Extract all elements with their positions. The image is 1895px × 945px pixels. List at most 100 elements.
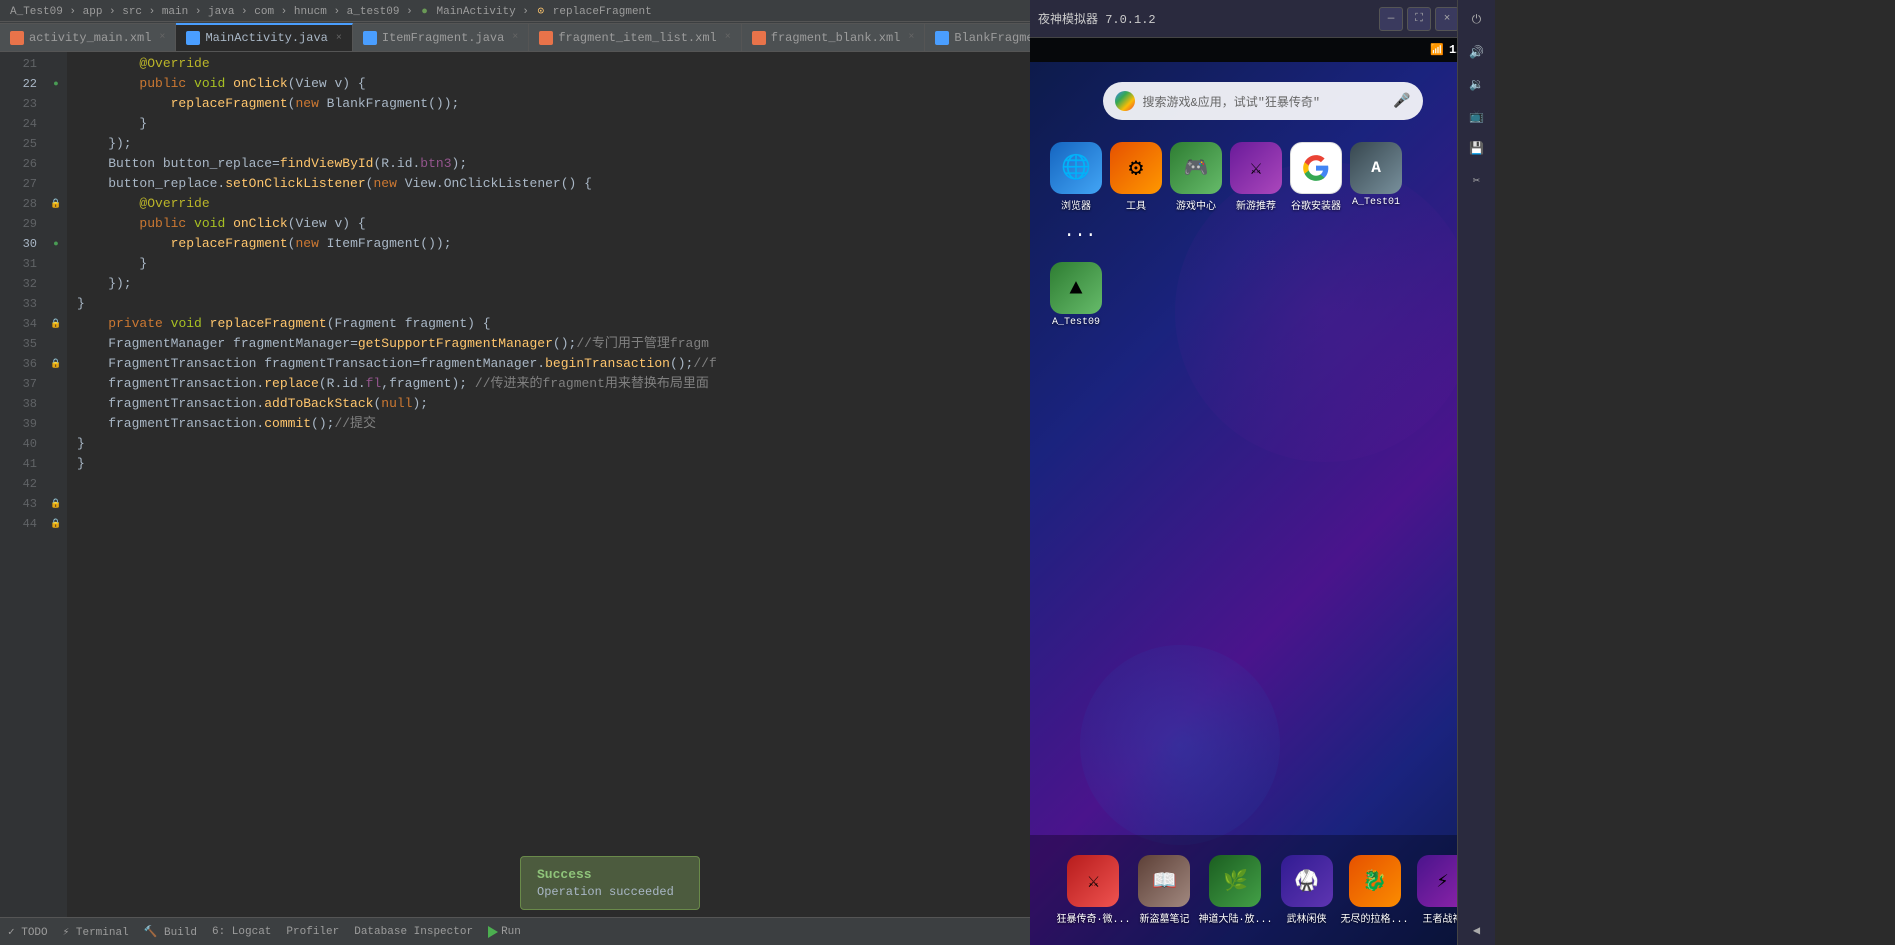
emu-side-btn-back[interactable]: ◀ <box>1462 915 1492 945</box>
emu-side-btn-volume-up[interactable]: 🔊 <box>1462 38 1492 67</box>
app-item-game-center[interactable]: 🎮 游戏中心 <box>1170 142 1222 213</box>
app-icon-atest09: ▲ <box>1050 262 1102 314</box>
app-item-atest09[interactable]: ▲ A_Test09 <box>1050 262 1102 328</box>
dock-item-4[interactable]: 🥋 武林闲侠 <box>1281 855 1333 926</box>
emu-side-btn-volume-down[interactable]: 🔉 <box>1462 69 1492 99</box>
code-area[interactable]: 21 22 23 24 25 26 27 28 29 30 31 32 33 3… <box>0 52 1030 917</box>
code-line-21: @Override <box>77 54 1030 74</box>
app-grid-row1: 🌐 浏览器 ⚙ 工具 🎮 游戏中心 ⚔ 新游推荐 <box>1050 142 1440 251</box>
tab-bar: activity_main.xml × MainActivity.java × … <box>0 22 1030 52</box>
app-grid-row2: ▲ A_Test09 <box>1050 262 1102 328</box>
line-num: 40 <box>0 434 37 454</box>
tab-label: fragment_item_list.xml <box>558 31 716 45</box>
app-item-browser[interactable]: 🌐 浏览器 <box>1050 142 1102 213</box>
line-num: 21 <box>0 54 37 74</box>
dock-item-5[interactable]: 🐉 无尽的拉格... <box>1341 855 1409 926</box>
app-item-new-games[interactable]: ⚔ 新游推荐 <box>1230 142 1282 213</box>
emulator-toolbar: 夜神模拟器 7.0.1.2 — ⛶ × ⤢ <box>1030 0 1495 38</box>
dock-item-1[interactable]: ⚔ 狂暴传奇·微... <box>1056 855 1130 926</box>
emu-close-btn[interactable]: × <box>1435 7 1459 31</box>
app-name-browser: 浏览器 <box>1061 197 1091 213</box>
app-item-google-installer[interactable]: 谷歌安装器 <box>1290 142 1342 213</box>
marker-34: 🔒 <box>45 314 67 334</box>
search-mic-icon[interactable]: 🎤 <box>1393 93 1410 110</box>
tab-label: fragment_blank.xml <box>771 31 901 45</box>
todo-button[interactable]: ✓ TODO <box>8 925 48 939</box>
emu-side-btn-screen[interactable]: 📺 <box>1462 101 1492 131</box>
tab-close[interactable]: × <box>512 32 518 43</box>
markers-column: ● 🔒 ● 🔒 🔒 🔒 <box>45 52 67 917</box>
google-icon <box>1115 91 1135 111</box>
android-wallpaper[interactable]: 搜索游戏&应用，试试"狂暴传奇" 🎤 🌐 浏览器 ⚙ 工具 🎮 <box>1030 62 1495 945</box>
run-button[interactable]: Run <box>488 926 521 938</box>
marker-24 <box>45 114 67 134</box>
dock-name-5: 无尽的拉格... <box>1341 910 1409 926</box>
code-line-31: replaceFragment(new ItemFragment()); <box>77 234 1030 254</box>
marker-37 <box>45 374 67 394</box>
app-item-atest01[interactable]: A A_Test01 <box>1350 142 1402 213</box>
java-icon <box>935 31 949 45</box>
emu-maximize-btn[interactable]: ⛶ <box>1407 7 1431 31</box>
emu-side-btn-save[interactable]: 💾 <box>1462 133 1492 163</box>
tab-label: activity_main.xml <box>29 31 151 45</box>
code-line-37: FragmentManager fragmentManager=getSuppo… <box>77 334 1030 354</box>
bottom-bar: ✓ TODO ⚡ Terminal 🔨 Build 6: Logcat Prof… <box>0 917 1030 945</box>
dock-item-2[interactable]: 📖 新盗墓笔记 <box>1138 855 1190 926</box>
marker-42 <box>45 474 67 494</box>
tab-blankfragment-java[interactable]: BlankFragment.java × <box>925 23 1030 51</box>
build-button[interactable]: 🔨 Build <box>144 925 197 939</box>
tab-itemfragment-java[interactable]: ItemFragment.java × <box>353 23 529 51</box>
tab-mainactivity-java[interactable]: MainActivity.java × <box>176 23 352 51</box>
code-line-25: }); <box>77 134 1030 154</box>
line-num: 39 <box>0 414 37 434</box>
dock-icon-3: 🌿 <box>1209 855 1261 907</box>
tab-close[interactable]: × <box>725 32 731 43</box>
terminal-button[interactable]: ⚡ Terminal <box>63 925 129 939</box>
line-num: 29 <box>0 214 37 234</box>
dock-icon-1: ⚔ <box>1067 855 1119 907</box>
emu-side-btn-cut[interactable]: ✂ <box>1462 165 1492 195</box>
app-icon-tools: ⚙ <box>1110 142 1162 194</box>
line-num: 42 <box>0 474 37 494</box>
marker-35 <box>45 334 67 354</box>
tab-label: BlankFragment.java <box>954 31 1030 45</box>
line-num: 30 <box>0 234 37 254</box>
code-line-23: replaceFragment(new BlankFragment()); <box>77 94 1030 114</box>
marker-40 <box>45 434 67 454</box>
app-icon-browser: 🌐 <box>1050 142 1102 194</box>
app-name-new-games: 新游推荐 <box>1236 197 1276 213</box>
profiler-button[interactable]: Profiler <box>286 926 339 938</box>
tab-close[interactable]: × <box>908 32 914 43</box>
dock-item-3[interactable]: 🌿 神道大陆·放... <box>1198 855 1272 926</box>
build-label: 🔨 Build <box>144 925 197 939</box>
android-status-bar: 📶 12:17 <box>1030 38 1495 62</box>
code-line-33: }); <box>77 274 1030 294</box>
marker-26 <box>45 154 67 174</box>
tab-fragment-blank-xml[interactable]: fragment_blank.xml × <box>742 23 926 51</box>
emu-minimize-btn[interactable]: — <box>1379 7 1403 31</box>
wallpaper-decoration <box>1080 645 1280 845</box>
more-apps-button[interactable]: ··· <box>1050 221 1110 251</box>
tab-close[interactable]: × <box>159 32 165 43</box>
code-line-43: } <box>77 434 1030 454</box>
tab-fragment-item-list-xml[interactable]: fragment_item_list.xml × <box>529 23 741 51</box>
app-name-google-installer: 谷歌安装器 <box>1291 197 1341 213</box>
marker-39 <box>45 414 67 434</box>
db-inspector-button[interactable]: Database Inspector <box>354 926 473 938</box>
code-line-36: private void replaceFragment(Fragment fr… <box>77 314 1030 334</box>
app-name-game-center: 游戏中心 <box>1176 197 1216 213</box>
tab-activity-main-xml[interactable]: activity_main.xml × <box>0 23 176 51</box>
code-text[interactable]: @Override public void onClick(View v) { … <box>67 52 1030 917</box>
marker-22: ● <box>45 74 67 94</box>
emulator-side-toolbar: ⏻ 🔊 🔉 📺 💾 ✂ ◀ <box>1457 38 1495 945</box>
more-apps-icon: ··· <box>1064 226 1096 246</box>
android-search-bar[interactable]: 搜索游戏&应用，试试"狂暴传奇" 🎤 <box>1103 82 1423 120</box>
dock-icon-5: 🐉 <box>1349 855 1401 907</box>
tab-close[interactable]: × <box>336 33 342 44</box>
logcat-button[interactable]: 6: Logcat <box>212 926 271 938</box>
xml-icon <box>10 31 24 45</box>
java-icon <box>363 31 377 45</box>
app-item-tools[interactable]: ⚙ 工具 <box>1110 142 1162 213</box>
emulator-title: 夜神模拟器 7.0.1.2 <box>1038 10 1156 27</box>
dock-name-4: 武林闲侠 <box>1287 910 1327 926</box>
